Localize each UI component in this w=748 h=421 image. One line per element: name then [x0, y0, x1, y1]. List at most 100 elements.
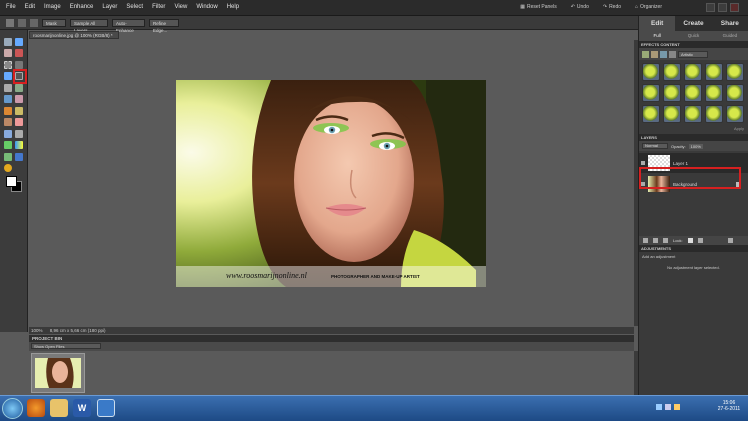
healing-brush-tool-icon[interactable]: [15, 107, 23, 115]
zoom-level[interactable]: 100%: [31, 328, 43, 333]
eraser-tool-icon[interactable]: [15, 118, 23, 126]
hand-tool-icon[interactable]: [4, 49, 12, 57]
filters-icon[interactable]: [642, 50, 649, 58]
menu-layer[interactable]: Layer: [102, 4, 117, 10]
mask-icon[interactable]: [663, 238, 668, 243]
effect-thumbnail[interactable]: [726, 84, 744, 102]
show-open-files-select[interactable]: Show Open Files: [31, 343, 101, 349]
subtab-guided[interactable]: Guided: [712, 31, 748, 41]
mode-field[interactable]: Mask: [42, 18, 66, 27]
flag-icon[interactable]: [674, 404, 680, 410]
foreground-color-swatch[interactable]: [6, 176, 17, 187]
effect-thumbnail[interactable]: [705, 63, 723, 81]
refine-edge-button[interactable]: Refine Edge...: [149, 18, 179, 33]
layer-visibility-icon[interactable]: [641, 161, 645, 165]
menu-view[interactable]: View: [174, 4, 187, 10]
add-selection-icon[interactable]: [18, 18, 26, 27]
effects-panel-header[interactable]: EFFECTS CONTENT: [639, 41, 748, 48]
menu-window[interactable]: Window: [196, 4, 217, 10]
effect-thumbnail[interactable]: [642, 84, 660, 102]
effect-thumbnail[interactable]: [705, 105, 723, 123]
menu-filter[interactable]: Filter: [152, 4, 165, 10]
trash-icon[interactable]: [727, 238, 733, 243]
new-layer-icon[interactable]: [643, 238, 648, 243]
subtab-quick[interactable]: Quick: [675, 31, 711, 41]
cookie-cutter-tool-icon[interactable]: [4, 95, 12, 103]
sponge-tool-icon[interactable]: [4, 164, 12, 172]
start-button-icon[interactable]: [2, 398, 23, 419]
undo-button[interactable]: ↶ Undo: [571, 4, 589, 10]
network-icon[interactable]: [656, 404, 662, 410]
tab-edit[interactable]: Edit: [639, 16, 676, 31]
layer-name[interactable]: Layer 1: [673, 161, 688, 166]
eyedropper-tool-icon[interactable]: [15, 49, 23, 57]
move-tool-icon[interactable]: [4, 38, 12, 46]
effect-thumbnail[interactable]: [663, 105, 681, 123]
crop-tool-icon[interactable]: [15, 84, 23, 92]
clone-stamp-tool-icon[interactable]: [4, 118, 12, 126]
effect-thumbnail[interactable]: [684, 84, 702, 102]
subtab-full[interactable]: Full: [639, 31, 675, 41]
lock-transparent-icon[interactable]: [687, 238, 693, 243]
effects-category-select[interactable]: Artistic: [678, 50, 708, 58]
minimize-button[interactable]: [706, 3, 715, 12]
project-bin-header[interactable]: PROJECT BIN: [29, 335, 634, 342]
firefox-icon[interactable]: [27, 399, 45, 417]
effect-thumbnail[interactable]: [726, 105, 744, 123]
all-icon[interactable]: [669, 50, 676, 58]
straighten-tool-icon[interactable]: [15, 95, 23, 103]
gradient-tool-icon[interactable]: [15, 141, 23, 149]
word-icon[interactable]: W: [73, 399, 91, 417]
effect-thumbnail[interactable]: [726, 63, 744, 81]
paint-bucket-tool-icon[interactable]: [4, 141, 12, 149]
menu-help[interactable]: Help: [227, 4, 239, 10]
brush-tool-icon[interactable]: [4, 130, 12, 138]
effect-thumbnail[interactable]: [705, 84, 723, 102]
apply-button[interactable]: Apply: [639, 126, 748, 134]
smart-brush-tool-icon[interactable]: [15, 130, 23, 138]
blur-tool-icon[interactable]: [15, 153, 23, 161]
lasso-tool-icon[interactable]: [15, 61, 23, 69]
menu-image[interactable]: Image: [44, 4, 61, 10]
effect-thumbnail[interactable]: [642, 105, 660, 123]
tab-create[interactable]: Create: [675, 16, 712, 31]
shape-tool-icon[interactable]: [4, 153, 12, 161]
effect-thumbnail[interactable]: [663, 63, 681, 81]
photo-portrait[interactable]: www.roosmarijnonline.nl PHOTOGRAPHER AND…: [176, 80, 486, 287]
effect-thumbnail[interactable]: [684, 63, 702, 81]
lock-all-icon[interactable]: [697, 238, 703, 243]
sample-all-layers-checkbox[interactable]: Sample All Layers: [70, 18, 108, 33]
layers-panel-header[interactable]: LAYERS: [639, 134, 748, 141]
effect-thumbnail[interactable]: [663, 84, 681, 102]
clock[interactable]: 15:06 27-6-2011: [716, 400, 742, 412]
type-tool-icon[interactable]: [4, 84, 12, 92]
layer-styles-icon[interactable]: [651, 50, 658, 58]
adjustments-panel-header[interactable]: ADJUSTMENTS: [639, 245, 748, 252]
marquee-tool-icon[interactable]: [4, 61, 12, 69]
subtract-selection-icon[interactable]: [30, 18, 38, 27]
close-button[interactable]: [730, 3, 739, 12]
menu-file[interactable]: File: [6, 4, 16, 10]
red-eye-tool-icon[interactable]: [4, 107, 12, 115]
explorer-folder-icon[interactable]: [50, 399, 68, 417]
menu-edit[interactable]: Edit: [25, 4, 35, 10]
maximize-button[interactable]: [718, 3, 727, 12]
organizer-button[interactable]: ⌂ Organizer: [635, 4, 662, 10]
effect-thumbnail[interactable]: [642, 63, 660, 81]
menu-enhance[interactable]: Enhance: [70, 4, 94, 10]
photo-effects-icon[interactable]: [660, 50, 667, 58]
document-tab[interactable]: roosmarijnonline.jpg @ 100% (RGB/8) *: [29, 31, 119, 39]
effect-thumbnail[interactable]: [684, 105, 702, 123]
zoom-tool-icon[interactable]: [15, 38, 23, 46]
magic-wand-tool-icon[interactable]: [4, 72, 12, 80]
opacity-field[interactable]: 100%: [688, 143, 703, 149]
project-bin-thumbnail[interactable]: [31, 353, 85, 393]
photoshop-elements-icon[interactable]: [97, 399, 115, 417]
auto-enhance-checkbox[interactable]: Auto-Enhance: [112, 18, 145, 33]
quick-selection-icon[interactable]: [6, 18, 14, 27]
redo-button[interactable]: ↷ Redo: [603, 4, 621, 10]
volume-icon[interactable]: [665, 404, 671, 410]
new-adjustment-icon[interactable]: [653, 238, 658, 243]
reset-panels-button[interactable]: ▦ Reset Panels: [520, 4, 556, 10]
blend-mode-select[interactable]: Normal: [642, 143, 668, 149]
